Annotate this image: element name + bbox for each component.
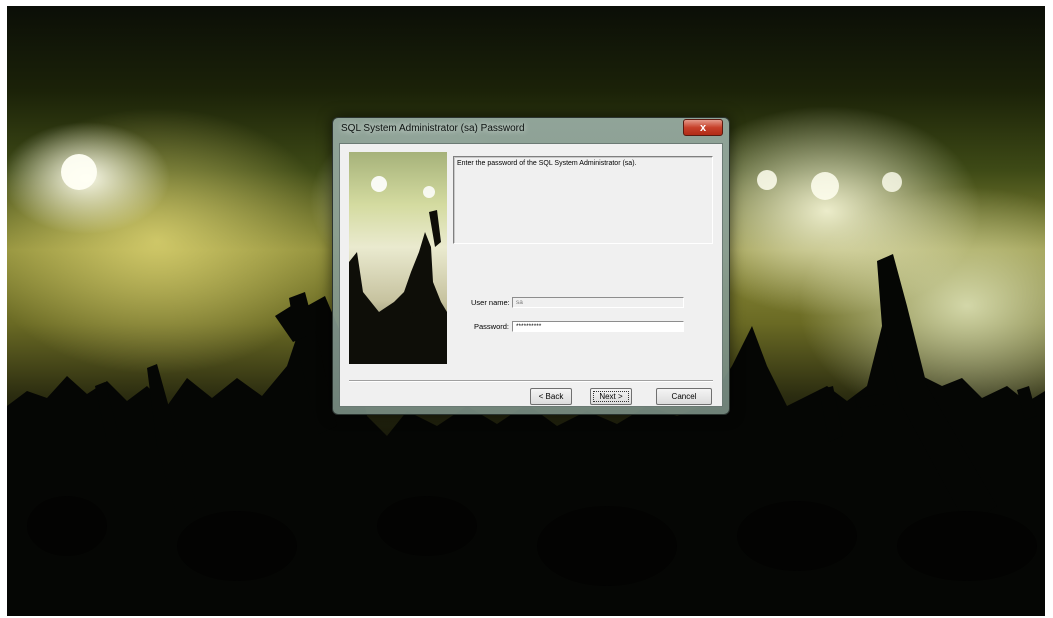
- dialog-client-area: Enter the password of the SQL System Adm…: [339, 143, 723, 407]
- next-button[interactable]: Next >: [590, 388, 632, 405]
- sa-password-dialog: SQL System Administrator (sa) Password x…: [332, 117, 730, 415]
- wizard-side-image: [349, 152, 447, 364]
- password-field[interactable]: **********: [512, 321, 684, 332]
- close-icon: x: [699, 122, 707, 134]
- dialog-titlebar[interactable]: SQL System Administrator (sa) Password x: [333, 118, 729, 142]
- username-field[interactable]: sa: [512, 297, 684, 308]
- close-button[interactable]: x: [683, 119, 723, 136]
- wizard-crowd-image: [349, 176, 447, 364]
- back-button[interactable]: < Back: [530, 388, 572, 405]
- description-text: Enter the password of the SQL System Adm…: [457, 160, 637, 167]
- cancel-button[interactable]: Cancel: [656, 388, 712, 405]
- description-box: Enter the password of the SQL System Adm…: [453, 156, 713, 244]
- button-separator: [349, 380, 713, 382]
- username-label: User name:: [471, 298, 510, 307]
- dialog-title: SQL System Administrator (sa) Password: [341, 123, 525, 134]
- password-label: Password:: [474, 322, 510, 331]
